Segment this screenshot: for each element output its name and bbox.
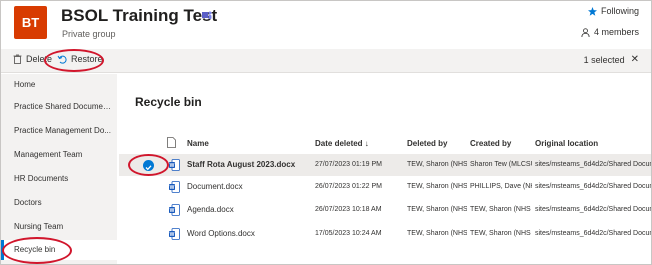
column-header-deleted-by[interactable]: Deleted by xyxy=(407,139,447,148)
file-name[interactable]: Document.docx xyxy=(187,176,311,198)
restore-highlight-annotation xyxy=(44,49,104,72)
trash-icon xyxy=(13,54,22,64)
file-name[interactable]: Agenda.docx xyxy=(187,199,311,221)
date-deleted: 27/07/2023 01:19 PM xyxy=(315,161,382,168)
original-location: sites/msteams_6d4d2c/Shared Documen xyxy=(535,206,651,213)
deleted-by: TEW, Sharon (NHS M xyxy=(407,206,467,213)
file-type-header-icon xyxy=(167,137,176,148)
deleted-by: TEW, Sharon (NHS M xyxy=(407,161,467,168)
table-row[interactable]: Staff Rota August 2023.docx 27/07/2023 0… xyxy=(119,154,651,176)
created-by: TEW, Sharon (NHS M xyxy=(470,230,532,237)
column-header-original-location[interactable]: Original location xyxy=(535,139,598,148)
column-header-name[interactable]: Name xyxy=(187,139,209,148)
members-label: 4 members xyxy=(593,27,639,37)
table-row[interactable]: Word Options.docx 17/05/2023 10:24 AM TE… xyxy=(119,223,651,245)
table-row[interactable]: Document.docx 26/07/2023 01:22 PM TEW, S… xyxy=(119,176,651,198)
deleted-by: TEW, Sharon (NHS M xyxy=(407,183,467,190)
star-icon xyxy=(587,6,597,16)
file-name[interactable]: Staff Rota August 2023.docx xyxy=(187,154,311,176)
created-by: PHILLIPS, Dave (NHS xyxy=(470,183,532,190)
members-button[interactable]: 4 members xyxy=(581,27,639,37)
left-navigation: Home Practice Shared Documen... Practice… xyxy=(1,74,117,264)
word-file-icon: W xyxy=(169,204,180,216)
nav-item-doctors[interactable]: Doctors xyxy=(1,194,117,212)
deleted-by: TEW, Sharon (NHS M xyxy=(407,230,467,237)
close-selection-icon[interactable]: ✕ xyxy=(631,54,639,65)
original-location: sites/msteams_6d4d2c/Shared Documen xyxy=(535,230,651,237)
word-file-icon: W xyxy=(169,181,180,193)
selection-indicator[interactable]: 1 selected ✕ xyxy=(584,54,639,65)
nav-item-management-team[interactable]: Management Team xyxy=(1,146,117,164)
following-button[interactable]: Following xyxy=(587,6,639,16)
file-name[interactable]: Word Options.docx xyxy=(187,223,311,245)
nav-item-practice-shared-documents[interactable]: Practice Shared Documen... xyxy=(1,98,117,116)
column-header-created-by[interactable]: Created by xyxy=(470,139,511,148)
word-file-icon: W xyxy=(169,159,180,171)
svg-text:W: W xyxy=(170,208,175,214)
original-location: sites/msteams_6d4d2c/Shared Documen xyxy=(535,161,651,168)
table-row[interactable]: Agenda.docx 26/07/2023 10:18 AM TEW, Sha… xyxy=(119,199,651,221)
nav-item-hr-documents[interactable]: HR Documents xyxy=(1,170,117,188)
date-deleted: 26/07/2023 01:22 PM xyxy=(315,183,382,190)
person-icon xyxy=(581,27,590,37)
following-label: Following xyxy=(600,6,639,16)
teams-icon xyxy=(202,11,212,19)
word-file-icon: W xyxy=(169,228,180,240)
group-privacy-label: Private group xyxy=(62,29,116,39)
created-by: Sharon Tew (MLCSU) xyxy=(470,161,532,168)
svg-text:W: W xyxy=(170,232,175,238)
created-by: TEW, Sharon (NHS M xyxy=(470,206,532,213)
svg-text:W: W xyxy=(170,185,175,191)
date-deleted: 26/07/2023 10:18 AM xyxy=(315,206,382,213)
site-logo[interactable]: BT xyxy=(14,6,47,39)
nav-item-practice-management-documents[interactable]: Practice Management Do... xyxy=(1,122,117,140)
site-title[interactable]: BSOL Training Test xyxy=(61,6,217,26)
svg-text:W: W xyxy=(170,163,175,169)
site-header: BT BSOL Training Test Private group Foll… xyxy=(1,1,651,48)
original-location: sites/msteams_6d4d2c/Shared Documen xyxy=(535,183,651,190)
page-title: Recycle bin xyxy=(135,95,202,109)
recycle-bin-highlight-annotation xyxy=(2,237,72,264)
column-header-date-deleted[interactable]: Date deleted ↓ xyxy=(315,139,369,148)
selection-count: 1 selected xyxy=(583,54,625,65)
checkbox-highlight-annotation xyxy=(128,154,169,176)
nav-item-nursing-team[interactable]: Nursing Team xyxy=(1,218,117,236)
nav-item-home[interactable]: Home xyxy=(1,76,117,94)
date-deleted: 17/05/2023 10:24 AM xyxy=(315,230,382,237)
